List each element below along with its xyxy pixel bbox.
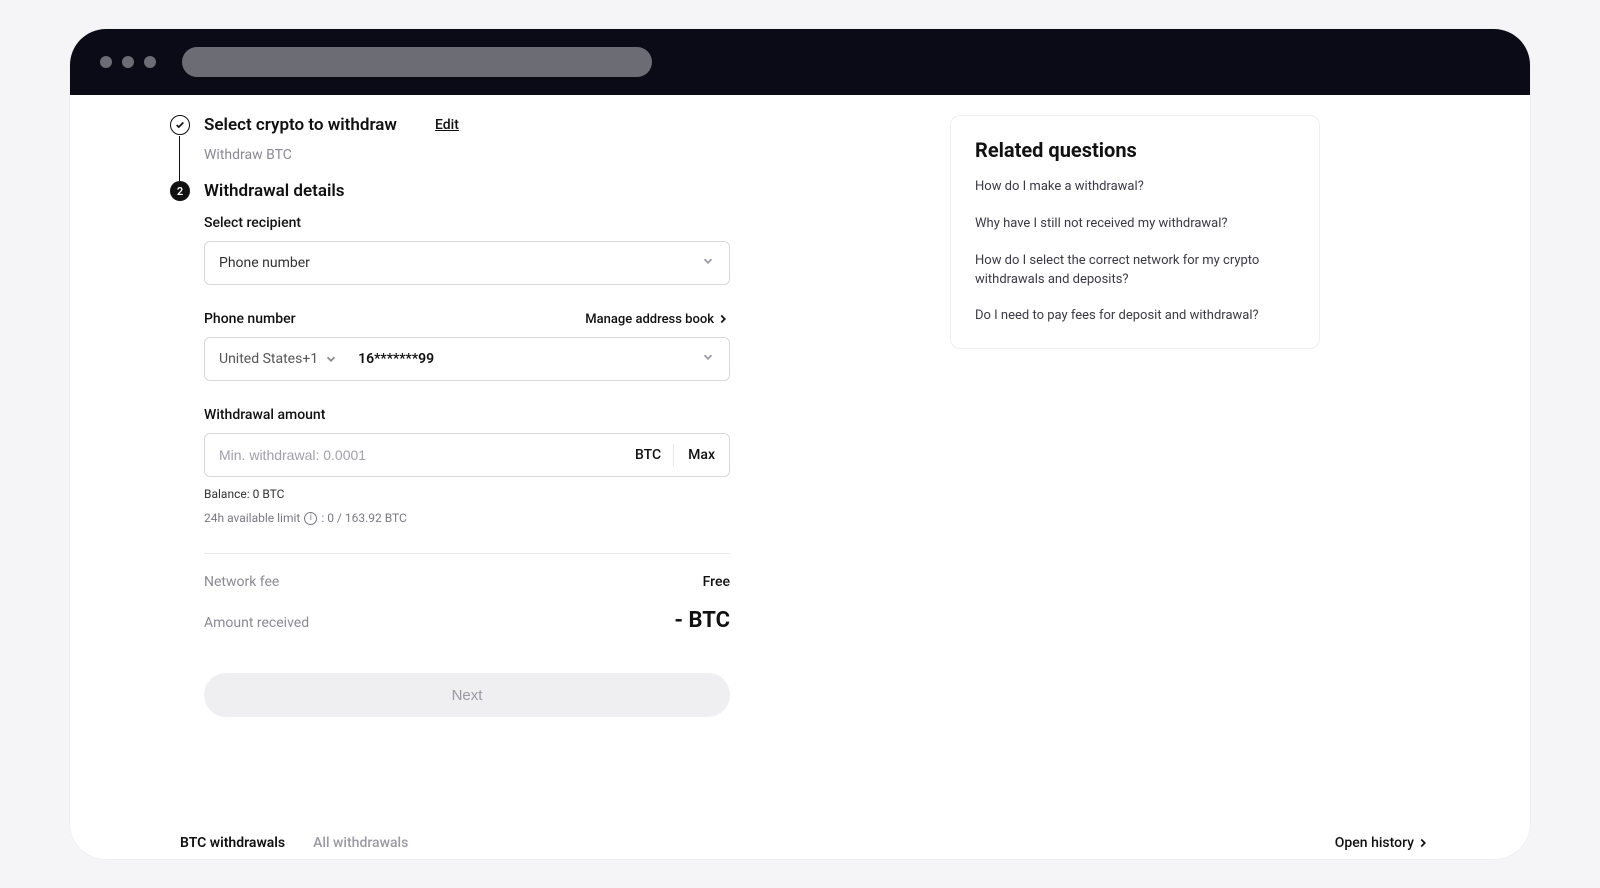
left-column: Select crypto to withdraw Edit Withdraw … [70,115,770,859]
chevron-down-icon [701,350,729,368]
manage-address-book-text: Manage address book [585,312,714,327]
faq-item[interactable]: Why have I still not received my withdra… [975,215,1295,234]
chevron-right-icon [716,312,730,326]
network-fee-value: Free [703,574,730,590]
manage-address-book-link[interactable]: Manage address book [585,312,730,327]
amount-unit: BTC [623,444,674,466]
phone-label-text: Phone number [204,311,296,327]
amount-received-label: Amount received [204,615,309,631]
url-bar[interactable] [182,47,652,77]
faq-card: Related questions How do I make a withdr… [950,115,1320,349]
info-icon[interactable]: i [304,512,317,525]
open-history-text: Open history [1335,835,1414,851]
limit-prefix: 24h available limit [204,511,300,525]
recipient-label: Select recipient [204,215,730,231]
chevron-down-icon [324,352,338,366]
faq-item[interactable]: How do I select the correct network for … [975,252,1295,290]
window-controls [100,56,156,68]
divider [204,553,730,554]
tab-all-withdrawals[interactable]: All withdrawals [313,835,408,851]
network-fee-label: Network fee [204,574,279,590]
country-code-select[interactable]: United States+1 [205,351,348,367]
network-fee-row: Network fee Free [204,574,730,590]
right-column: Related questions How do I make a withdr… [950,115,1320,859]
window-dot[interactable] [100,56,112,68]
recipient-select[interactable]: Phone number [204,241,730,285]
open-history-link[interactable]: Open history [1335,835,1430,851]
step-2-number-badge: 2 [170,181,190,201]
amount-input-row: BTC Max [204,433,730,477]
window-dot[interactable] [144,56,156,68]
country-code-value: United States+1 [219,351,318,367]
step-1-subtitle: Withdraw BTC [204,147,730,163]
step-1-header: Select crypto to withdraw Edit [170,115,730,135]
browser-titlebar [70,29,1530,95]
amount-received-row: Amount received - BTC [204,608,730,633]
faq-item[interactable]: Do I need to pay fees for deposit and wi… [975,307,1295,326]
balance-text: Balance: 0 BTC [204,487,730,501]
history-tabs: BTC withdrawals All withdrawals [180,835,408,851]
window-dot[interactable] [122,56,134,68]
tab-btc-withdrawals[interactable]: BTC withdrawals [180,835,285,851]
phone-input-row: United States+1 16*******99 [204,337,730,381]
max-button[interactable]: Max [674,447,729,463]
amount-label-text: Withdrawal amount [204,407,325,423]
withdrawal-form: Select recipient Phone number Phone numb… [204,215,730,717]
chevron-right-icon [1416,836,1430,850]
faq-item[interactable]: How do I make a withdrawal? [975,178,1295,197]
step-connector-line [179,136,180,182]
step-1-check-icon [170,115,190,135]
bottom-bar: BTC withdrawals All withdrawals Open his… [70,835,1530,859]
recipient-label-text: Select recipient [204,215,301,231]
step-1-title: Select crypto to withdraw [204,115,397,135]
recipient-select-value: Phone number [219,255,310,271]
amount-received-value: - BTC [674,608,730,633]
next-button[interactable]: Next [204,673,730,717]
amount-label: Withdrawal amount [204,407,730,423]
limit-suffix: : 0 / 163.92 BTC [321,511,407,525]
browser-frame: Select crypto to withdraw Edit Withdraw … [70,29,1530,859]
step-2-header: 2 Withdrawal details [170,181,730,201]
page-content: Select crypto to withdraw Edit Withdraw … [70,95,1530,859]
phone-label-row: Phone number Manage address book [204,311,730,327]
faq-title: Related questions [975,138,1295,162]
phone-number-value[interactable]: 16*******99 [348,351,701,367]
amount-input[interactable] [205,447,623,463]
step-2-title: Withdrawal details [204,181,345,201]
limit-text: 24h available limit i : 0 / 163.92 BTC [204,511,730,525]
chevron-down-icon [701,254,715,272]
edit-step-1-link[interactable]: Edit [435,117,459,133]
